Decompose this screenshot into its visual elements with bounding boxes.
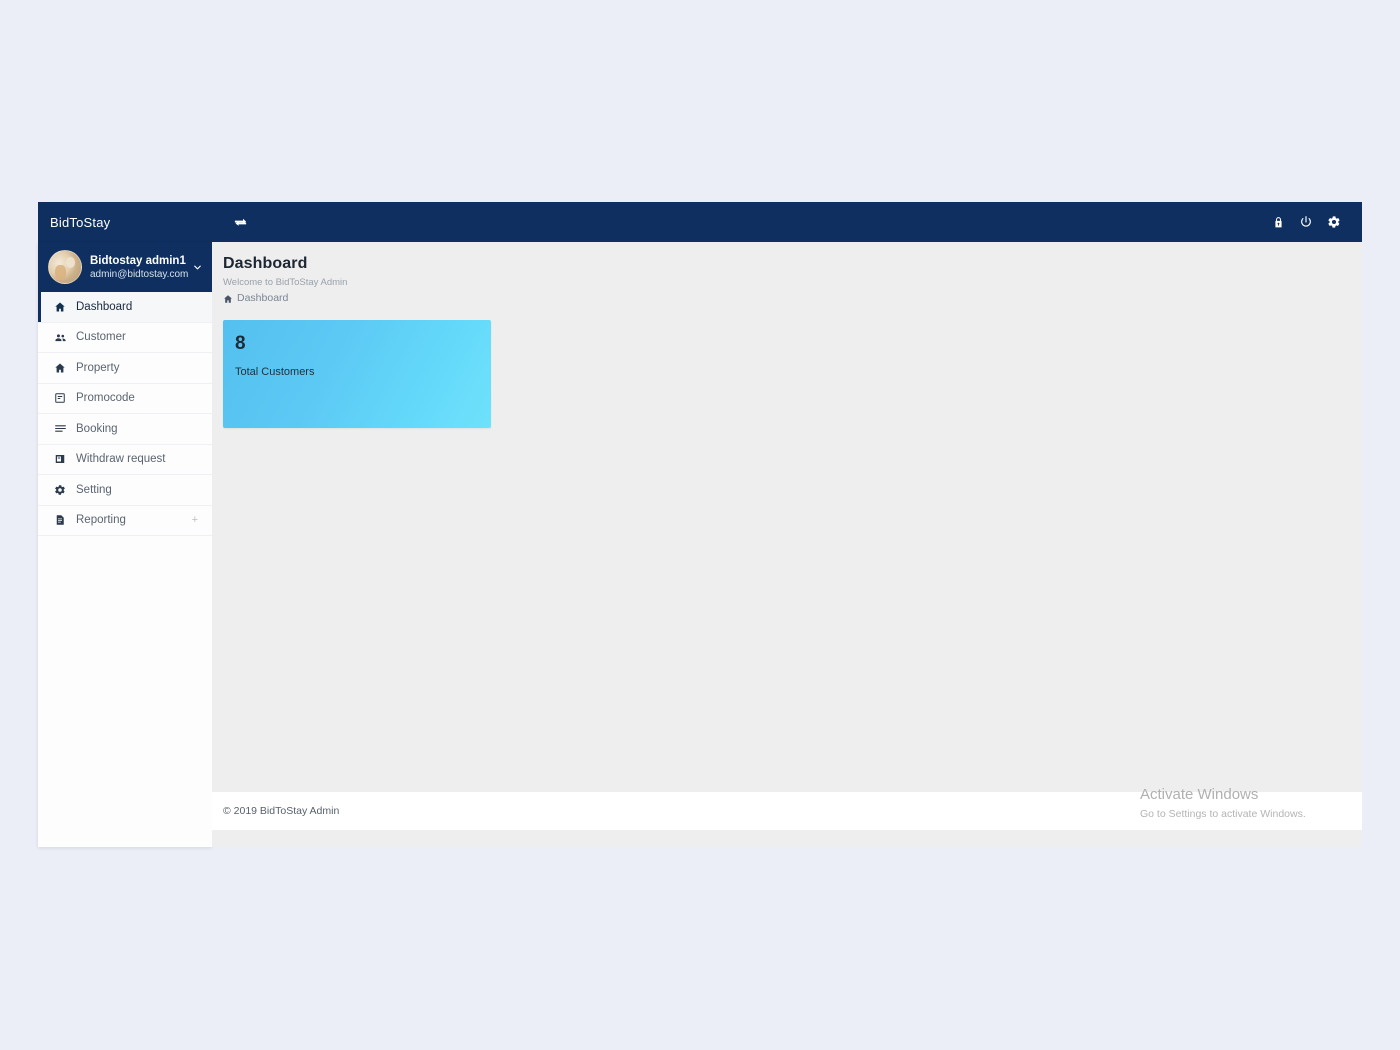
sidebar-item-label: Property (76, 361, 120, 374)
sidebar-item-label: Dashboard (76, 300, 133, 313)
brand-logo[interactable]: BidToStay (38, 215, 212, 230)
card-icon (54, 453, 72, 465)
exchange-arrows-icon (233, 215, 248, 230)
settings-button[interactable] (1320, 202, 1348, 242)
profile-name: Bidtostay admin1 (90, 254, 186, 267)
sidebar-item-label: Withdraw request (76, 453, 166, 466)
sidebar-item-label: Customer (76, 331, 126, 344)
page-title: Dashboard (223, 255, 308, 272)
sidebar-nav: Dashboard Customer Property Promocode Bo… (38, 292, 212, 536)
top-navbar: BidToStay (38, 202, 1362, 242)
stat-card-total-customers[interactable]: 8 Total Customers (223, 320, 491, 428)
footer: © 2019 BidToStay Admin (212, 792, 1362, 830)
sidebar-item-withdraw-request[interactable]: Withdraw request (38, 444, 212, 475)
stat-card-label: Total Customers (235, 366, 315, 378)
chevron-down-icon[interactable] (190, 262, 204, 273)
user-profile-dropdown[interactable]: Bidtostay admin1 admin@bidtostay.com (38, 242, 212, 292)
sidebar-item-customer[interactable]: Customer (38, 322, 212, 353)
topbar-action-icons (1264, 202, 1362, 242)
list-icon (54, 422, 72, 435)
sidebar-item-reporting[interactable]: Reporting + (38, 505, 212, 536)
expand-plus-icon[interactable]: + (192, 514, 198, 526)
sidebar-item-booking[interactable]: Booking (38, 414, 212, 445)
profile-email: admin@bidtostay.com (90, 268, 189, 280)
lock-button[interactable] (1264, 202, 1292, 242)
breadcrumb: Dashboard (223, 290, 1362, 306)
page-header: Dashboard Welcome to BidToStay Admin Das… (212, 242, 1362, 306)
document-icon (54, 514, 72, 526)
stat-card-value: 8 (235, 333, 246, 354)
power-button[interactable] (1292, 202, 1320, 242)
home-icon (223, 294, 233, 304)
power-icon (1299, 215, 1313, 229)
sidebar-item-setting[interactable]: Setting (38, 475, 212, 506)
home-icon (54, 362, 72, 374)
people-icon (54, 331, 72, 344)
gear-icon (1327, 215, 1341, 229)
admin-app-window: BidToStay Bidtostay admin1 admin@bidtost… (38, 202, 1362, 847)
home-icon (54, 301, 72, 313)
breadcrumb-current[interactable]: Dashboard (237, 291, 288, 306)
profile-text: Bidtostay admin1 admin@bidtostay.com (82, 254, 190, 281)
stat-cards-row: 8 Total Customers (212, 306, 1362, 428)
sidebar-item-label: Promocode (76, 392, 135, 405)
lock-icon (1272, 216, 1285, 229)
sidebar-item-label: Booking (76, 422, 118, 435)
ticket-icon (54, 392, 72, 404)
sidebar-toggle-button[interactable] (220, 202, 260, 242)
footer-copyright: © 2019 BidToStay Admin (223, 805, 340, 817)
page-subtitle: Welcome to BidToStay Admin (223, 277, 348, 288)
main-content: Dashboard Welcome to BidToStay Admin Das… (212, 242, 1362, 847)
sidebar-item-promocode[interactable]: Promocode (38, 383, 212, 414)
sidebar-item-label: Setting (76, 483, 112, 496)
sidebar-item-label: Reporting (76, 514, 126, 527)
gear-icon (54, 484, 72, 496)
sidebar-item-property[interactable]: Property (38, 353, 212, 384)
sidebar: Bidtostay admin1 admin@bidtostay.com Das… (38, 242, 212, 847)
user-avatar-photo (48, 250, 82, 284)
sidebar-item-dashboard[interactable]: Dashboard (38, 292, 212, 323)
